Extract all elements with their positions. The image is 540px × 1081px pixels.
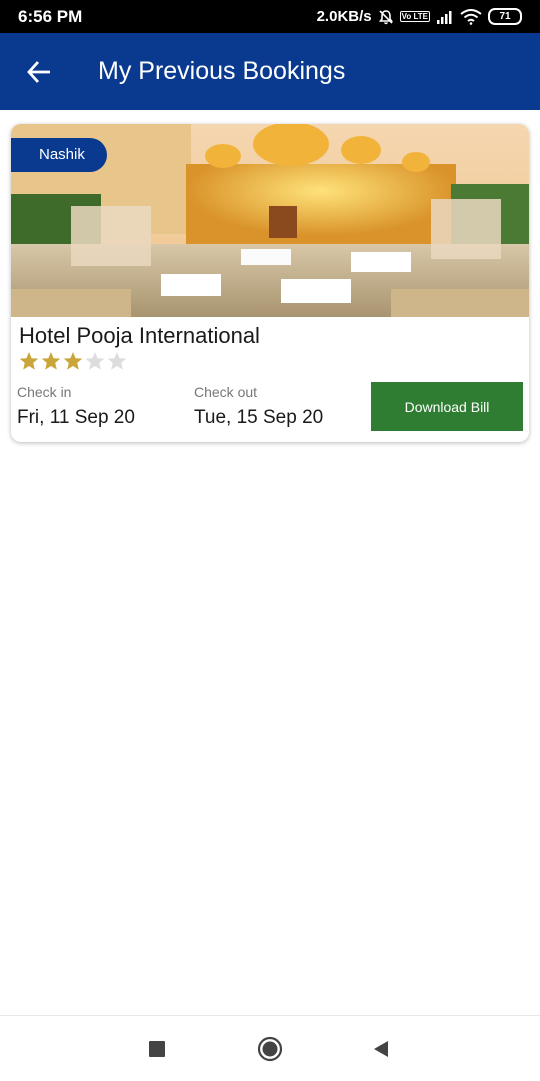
status-icons: 2.0KB/s Vo LTE 71 xyxy=(317,8,522,25)
star-icon xyxy=(85,352,105,370)
back-arrow-icon[interactable] xyxy=(26,59,52,85)
star-icon xyxy=(41,352,61,370)
network-speed: 2.0KB/s xyxy=(316,8,372,25)
system-nav-bar xyxy=(0,1015,540,1081)
signal-icon xyxy=(436,10,454,24)
star-icon xyxy=(63,352,83,370)
city-badge: Nashik xyxy=(11,138,107,172)
wifi-icon xyxy=(460,8,482,25)
star-icon xyxy=(19,352,39,370)
download-bill-button[interactable]: Download Bill xyxy=(371,382,523,431)
check-in-label: Check in xyxy=(17,384,72,400)
booking-card[interactable]: Nashik Hotel Pooja International Check i… xyxy=(11,124,529,442)
home-icon[interactable] xyxy=(257,1036,283,1062)
page-title: My Previous Bookings xyxy=(98,57,346,85)
check-out-date: Tue, 15 Sep 20 xyxy=(194,407,324,428)
rating-stars xyxy=(19,351,127,371)
volte-icon: Vo LTE xyxy=(399,11,430,22)
star-icon xyxy=(107,352,127,370)
alarm-off-icon xyxy=(378,9,394,25)
recent-apps-icon[interactable] xyxy=(147,1039,167,1059)
status-time: 6:56 PM xyxy=(18,6,83,26)
battery-icon: 71 xyxy=(488,8,522,25)
back-nav-icon[interactable] xyxy=(371,1039,391,1059)
check-out-label: Check out xyxy=(194,384,258,400)
hotel-name: Hotel Pooja International xyxy=(19,323,260,348)
app-bar: My Previous Bookings xyxy=(0,33,540,110)
status-bar: 6:56 PM 2.0KB/s Vo LTE 71 xyxy=(0,0,540,33)
check-in-date: Fri, 11 Sep 20 xyxy=(17,407,135,428)
